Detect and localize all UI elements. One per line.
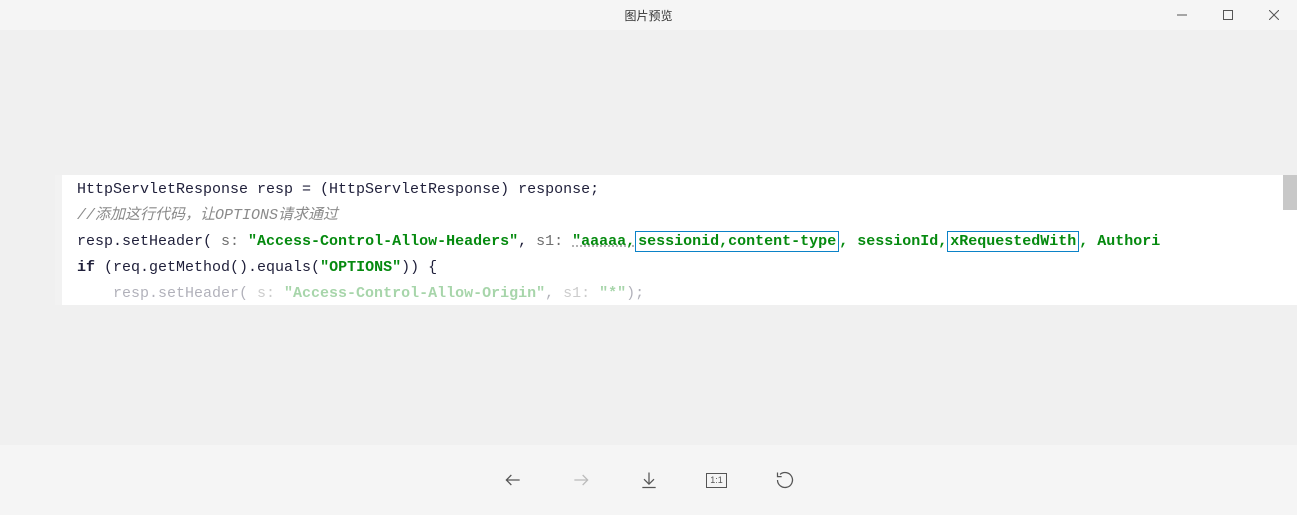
preview-image[interactable]: HttpServletResponse resp = (HttpServletR… <box>55 175 1297 305</box>
code-text: , <box>545 285 563 302</box>
code-line-5: resp.setHeader( s: "Access-Control-Allow… <box>77 281 1297 305</box>
code-text: resp.setHeader( <box>113 285 248 302</box>
string-literal: "Access-Control-Allow-Origin" <box>284 285 545 302</box>
keyword: if <box>77 259 95 276</box>
close-button[interactable] <box>1251 0 1297 30</box>
param-hint: s1: <box>536 233 572 250</box>
code-comment: //添加这行代码，让OPTIONS请求通过 <box>77 207 338 224</box>
code-text: resp.setHeader( <box>77 233 212 250</box>
rotate-button[interactable] <box>771 466 799 494</box>
titlebar: 图片预览 <box>0 0 1297 30</box>
code-text: (req.getMethod().equals( <box>95 259 320 276</box>
editor-gutter <box>55 175 62 305</box>
next-button <box>567 466 595 494</box>
param-hint: s1: <box>563 285 599 302</box>
string-literal: , sessionId, <box>839 233 947 250</box>
string-literal: "Access-Control-Allow-Headers" <box>248 233 518 250</box>
window-title: 图片预览 <box>624 7 672 24</box>
param-hint: s: <box>212 233 248 250</box>
preview-canvas: HttpServletResponse resp = (HttpServletR… <box>0 30 1297 445</box>
toolbar: 1:1 <box>0 445 1297 515</box>
minimize-button[interactable] <box>1159 0 1205 30</box>
code-text: HttpServletResponse resp = (HttpServletR… <box>77 181 599 198</box>
string-literal: , Authori <box>1079 233 1160 250</box>
actual-size-button[interactable]: 1:1 <box>703 466 731 494</box>
code-text: ); <box>626 285 644 302</box>
code-block: HttpServletResponse resp = (HttpServletR… <box>55 175 1297 305</box>
code-line-4: if (req.getMethod().equals("OPTIONS")) { <box>77 255 1297 281</box>
code-text: , <box>518 233 536 250</box>
string-literal: "*" <box>599 285 626 302</box>
string-literal: "OPTIONS" <box>320 259 401 276</box>
code-line-3: resp.setHeader( s: "Access-Control-Allow… <box>77 229 1297 255</box>
code-line-1: HttpServletResponse resp = (HttpServletR… <box>77 177 1297 203</box>
param-hint: s: <box>248 285 284 302</box>
maximize-button[interactable] <box>1205 0 1251 30</box>
highlight-box: sessionid,content-type <box>635 231 839 252</box>
previous-button[interactable] <box>499 466 527 494</box>
highlight-box: xRequestedWith <box>947 231 1079 252</box>
code-text: )) { <box>401 259 437 276</box>
ratio-label: 1:1 <box>706 473 727 488</box>
download-button[interactable] <box>635 466 663 494</box>
vertical-scrollbar <box>1283 175 1297 210</box>
code-line-2: //添加这行代码，让OPTIONS请求通过 <box>77 203 1297 229</box>
window-controls <box>1159 0 1297 30</box>
string-literal: "aaaaa, <box>572 233 635 250</box>
